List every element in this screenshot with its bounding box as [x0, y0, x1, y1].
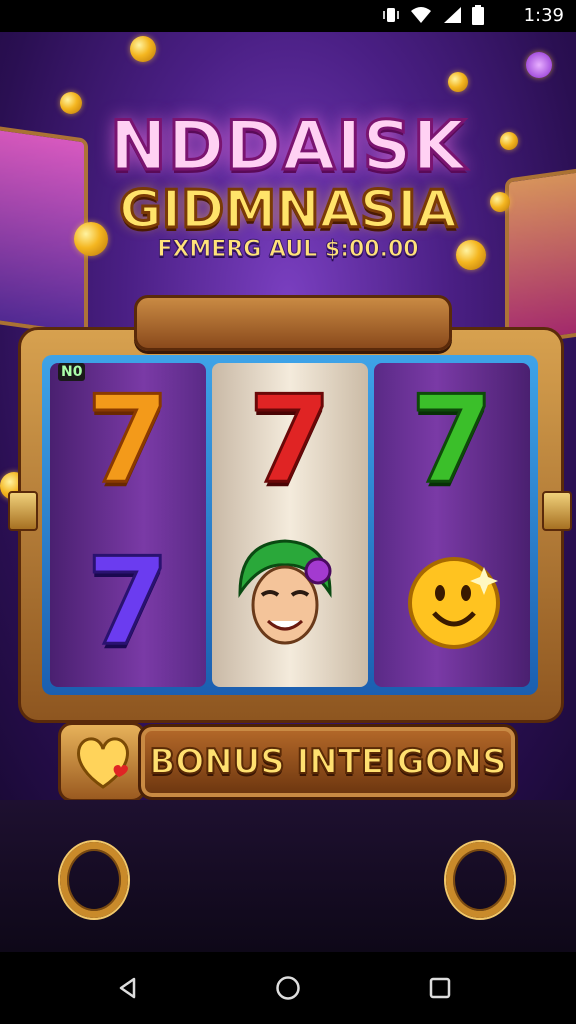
reel-window: 7 7 7 7 [42, 355, 538, 695]
jester-face-symbol [238, 539, 332, 645]
game-title-line2: GIDMNASIA [118, 179, 459, 242]
back-icon [119, 977, 136, 999]
recent-apps-button[interactable] [422, 970, 458, 1006]
wifi-icon [411, 7, 431, 23]
signal-icon [444, 7, 461, 23]
status-icons [382, 5, 484, 25]
game-title-line1: NDDAISK [108, 106, 467, 188]
slot-machine: 7 7 7 7 N0 [8, 287, 572, 723]
navigation-bar [0, 952, 576, 1024]
lower-panel [0, 800, 576, 952]
purple-chip [526, 52, 552, 78]
left-gold-ring[interactable] [60, 842, 128, 918]
left-frame-handle [8, 491, 38, 531]
symbol-seven: 7 [85, 533, 171, 672]
home-icon [276, 976, 300, 1000]
reel-2[interactable]: 7 [212, 363, 368, 687]
bonus-label: BONUS INTEIGONS [148, 741, 507, 783]
bonus-button[interactable]: BONUS INTEIGONS [58, 722, 518, 800]
reel-counter-badge: N0 [58, 363, 86, 381]
back-button[interactable] [110, 970, 146, 1006]
vibrate-icon [383, 8, 399, 22]
symbol-seven: 7 [409, 371, 495, 510]
right-frame-handle [542, 491, 572, 531]
recent-apps-icon [429, 977, 451, 999]
jackpot-subtitle: FXMERG AUL $:00.00 [157, 237, 419, 263]
battery-icon [472, 5, 484, 25]
bonus-label-bar: BONUS INTEIGONS [138, 724, 518, 800]
reels: 7 7 7 7 [50, 363, 530, 687]
smiley-coin-symbol [408, 557, 500, 649]
top-wood-plank [134, 295, 452, 351]
status-bar: 1:39 [0, 0, 576, 32]
home-button[interactable] [270, 970, 306, 1006]
reel-3[interactable]: 7 [374, 363, 530, 687]
right-gold-ring[interactable] [446, 842, 514, 918]
heart-icon [77, 737, 129, 789]
game-stage: NDDAISK GIDMNASIA FXMERG AUL $:00.00 7 7… [0, 32, 576, 800]
symbol-seven: 7 [85, 371, 171, 510]
gold-coin [448, 72, 468, 92]
gold-coin [130, 36, 156, 62]
reel-1[interactable]: 7 7 [50, 363, 206, 687]
bonus-heart-box [58, 722, 146, 800]
symbol-seven: 7 [247, 371, 333, 510]
status-time: 1:39 [523, 5, 564, 26]
